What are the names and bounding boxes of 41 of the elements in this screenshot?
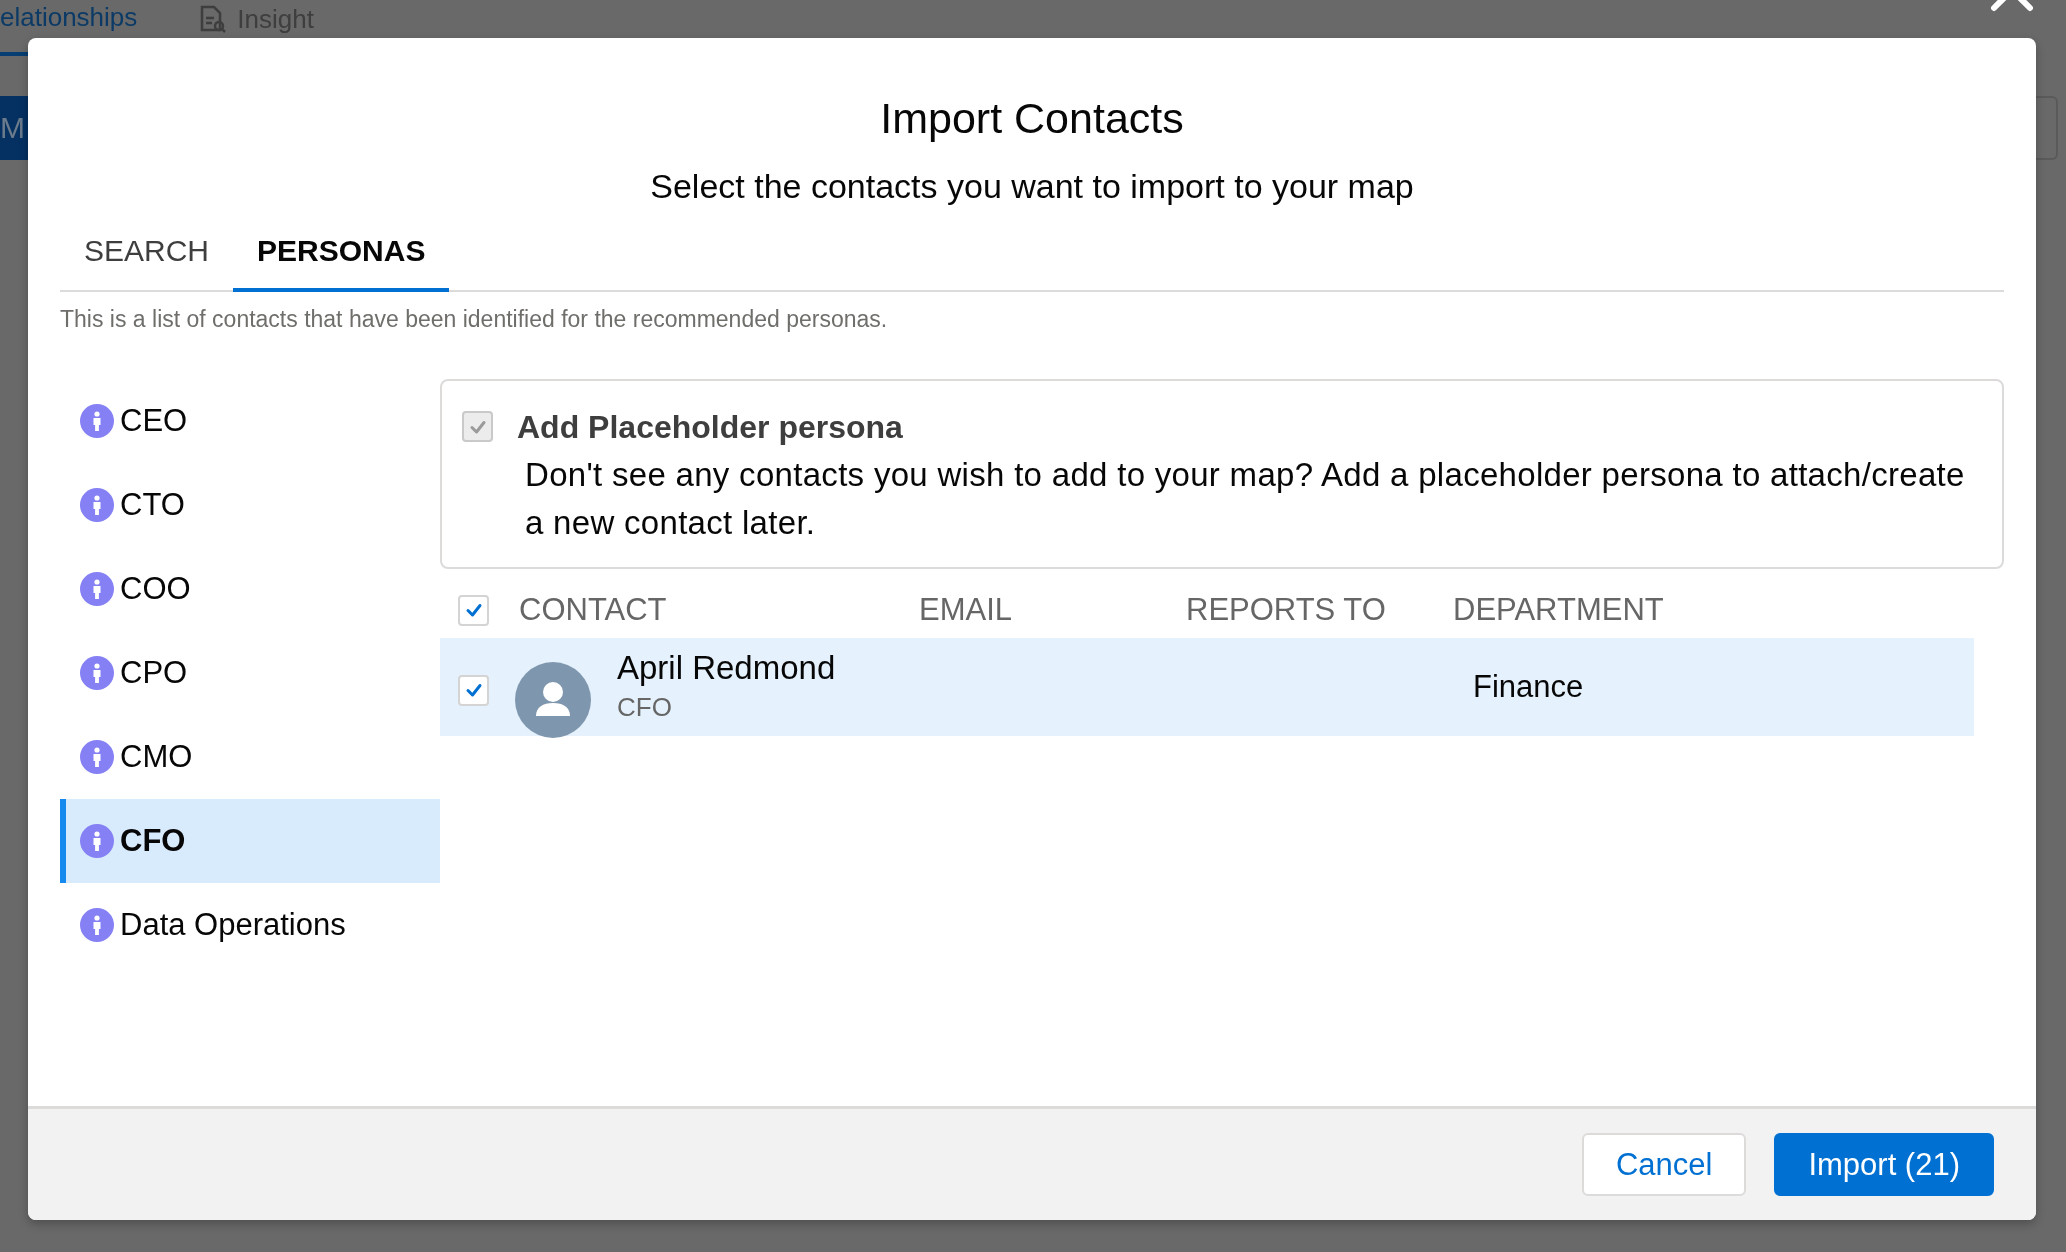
contact-title: CFO xyxy=(617,691,672,724)
person-icon xyxy=(80,572,114,606)
persona-item[interactable]: CEO xyxy=(60,379,440,463)
column-header[interactable]: REPORTS TO xyxy=(1186,592,1453,628)
tab[interactable]: SEARCH xyxy=(60,216,234,292)
contact-name[interactable]: April Redmond xyxy=(617,648,836,688)
person-icon xyxy=(80,824,114,858)
column-header[interactable]: CONTACT xyxy=(519,592,919,628)
person-icon xyxy=(80,488,114,522)
contact-row[interactable]: April Redmond CFO Finance xyxy=(440,638,1974,736)
persona-item[interactable]: CMO xyxy=(60,715,440,799)
persona-label: CTO xyxy=(120,487,185,523)
persona-item[interactable]: CFO xyxy=(60,799,440,883)
persona-label: CEO xyxy=(120,403,188,439)
persona-item[interactable]: COO xyxy=(60,547,440,631)
persona-label: CFO xyxy=(120,823,186,859)
persona-label: CPO xyxy=(120,655,188,691)
modal-subtitle: Select the contacts you want to import to your map xyxy=(649,166,1415,206)
persona-label: CMO xyxy=(120,739,193,775)
modal-title: Import Contacts xyxy=(879,93,1185,144)
avatar-icon xyxy=(515,662,591,738)
column-header[interactable]: EMAIL xyxy=(919,592,1186,628)
cancel-button[interactable]: Cancel xyxy=(1581,1133,1747,1196)
person-icon xyxy=(80,404,114,438)
tab[interactable]: PERSONAS xyxy=(233,216,450,292)
persona-item[interactable]: Data Operations xyxy=(60,883,440,967)
description-text: This is a list of contacts that have been identified for the recommended personas. xyxy=(60,306,889,333)
persona-label: Data Operations xyxy=(120,907,346,943)
persona-item[interactable]: CPO xyxy=(60,631,440,715)
table-cell: Finance xyxy=(1473,669,1584,705)
placeholder-description: Don't see any contacts you wish to add to your map? Add a placeholder persona to attach/create a new contact later. xyxy=(525,455,1966,543)
person-icon xyxy=(80,656,114,690)
placeholder-title: Add Placeholder persona xyxy=(517,408,904,447)
column-header[interactable]: DEPARTMENT xyxy=(1453,592,1853,628)
import-button[interactable]: Import (21) xyxy=(1774,1133,1994,1196)
person-icon xyxy=(80,740,114,774)
checkbox[interactable] xyxy=(458,674,489,706)
checkbox[interactable] xyxy=(458,594,489,626)
persona-label: COO xyxy=(120,571,191,607)
person-icon xyxy=(80,908,114,942)
persona-item[interactable]: CTO xyxy=(60,463,440,547)
